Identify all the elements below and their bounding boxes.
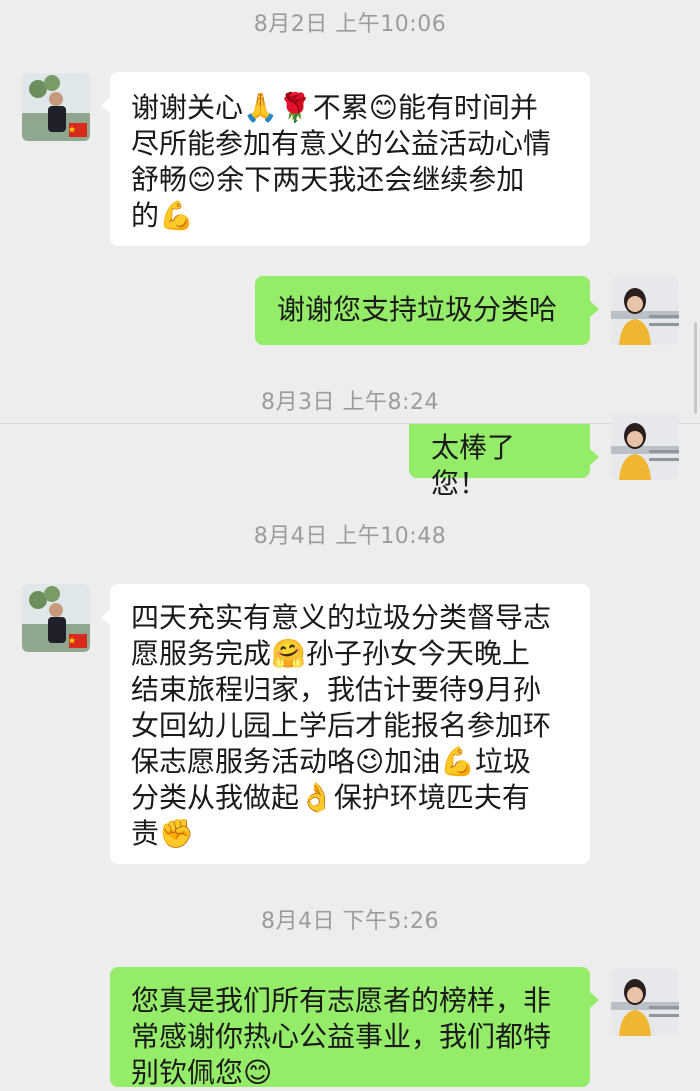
scroll-divider <box>0 423 700 424</box>
timestamp: 8月3日 上午8:24 <box>261 390 439 415</box>
message-bubble[interactable]: 谢谢您支持垃圾分类哈 <box>255 276 599 345</box>
timestamp: 8月4日 上午10:48 <box>253 524 447 549</box>
message-line: 常感谢你热心公益事业，我们都特 <box>131 1020 552 1053</box>
user-photo-icon <box>611 968 679 1036</box>
message-line: 愿服务完成🤗孙子孙女今天晚上 <box>131 637 530 670</box>
message-bubble[interactable]: 四天充实有意义的垃圾分类督导志 愿服务完成🤗孙子孙女今天晚上 结束旅程归家，我估… <box>101 584 590 864</box>
contact-avatar[interactable] <box>22 73 90 141</box>
contact-avatar[interactable] <box>22 584 90 652</box>
message-line: 尽所能参加有意义的公益活动心情 <box>131 127 552 160</box>
timestamp: 8月4日 下午5:26 <box>261 909 439 934</box>
message-line: 结束旅程归家，我估计要待9月孙 <box>131 673 541 706</box>
contact-photo-icon <box>22 584 90 652</box>
user-avatar[interactable] <box>611 412 679 480</box>
user-photo-icon <box>611 412 679 480</box>
contact-photo-icon <box>22 73 90 141</box>
message-bubble[interactable]: 谢谢关心🙏🌹不累😊能有时间并 尽所能参加有意义的公益活动心情 舒畅😊余下两天我还… <box>101 72 590 246</box>
user-avatar[interactable] <box>611 277 679 345</box>
message-line: 谢谢关心🙏🌹不累😊能有时间并 <box>131 91 538 124</box>
message-line: 分类从我做起👌保护环境匹夫有 <box>131 781 530 814</box>
message-line: 四天充实有意义的垃圾分类督导志 <box>131 601 552 634</box>
message-line: 责✊ <box>131 817 194 850</box>
message-line: 保志愿服务活动咯😉加油💪垃圾 <box>131 745 532 778</box>
message-line: 的💪 <box>131 199 194 232</box>
message-line: 别钦佩您😊 <box>131 1056 273 1089</box>
scrollbar[interactable] <box>694 322 697 414</box>
timestamp: 8月2日 上午10:06 <box>253 12 447 37</box>
message-line: 太棒了您！ <box>431 431 516 500</box>
user-avatar[interactable] <box>611 968 679 1036</box>
message-line: 女回幼儿园上学后才能报名参加环 <box>131 709 552 742</box>
user-photo-icon <box>611 277 679 345</box>
message-line: 谢谢您支持垃圾分类哈 <box>277 293 558 326</box>
message-line: 您真是我们所有志愿者的榜样，非 <box>131 984 552 1017</box>
message-line: 舒畅😊余下两天我还会继续参加 <box>131 163 525 196</box>
message-bubble[interactable]: 您真是我们所有志愿者的榜样，非 常感谢你热心公益事业，我们都特 别钦佩您😊 <box>110 967 599 1089</box>
message-bubble[interactable]: 太棒了您！ <box>409 424 599 500</box>
